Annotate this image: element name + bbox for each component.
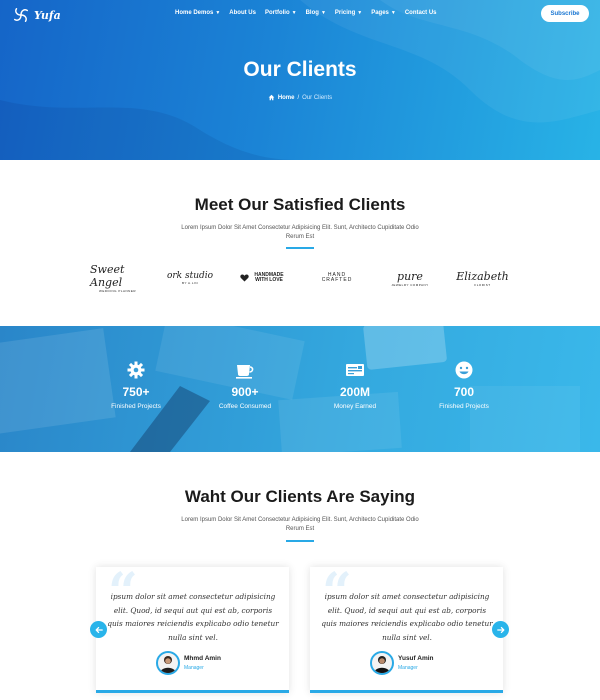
arrow-right-icon <box>496 626 504 633</box>
testimonial-author-name: Mhmd Amin <box>184 655 221 662</box>
nav-item-label: Pages <box>371 10 389 16</box>
testimonial-card: “ ipsum dolor sit amet consectetur adipi… <box>96 567 289 693</box>
nav-item-pages[interactable]: Pages ▼ <box>371 10 396 16</box>
brand-name: Yufa <box>34 8 61 22</box>
nav-item-portfolio[interactable]: Portfolio ▼ <box>265 10 297 16</box>
client-logo-sub: WEDDING PLANNER <box>98 289 136 293</box>
client-logo-name: pure <box>397 269 423 283</box>
client-logo-pure: pure JEWELRY COMPANY <box>385 266 435 290</box>
testimonial-author-name: Yusuf Amin <box>398 655 434 662</box>
counter-label: Money Earned <box>333 403 377 410</box>
chevron-down-icon: ▼ <box>320 10 326 16</box>
nav-item-blog[interactable]: Blog ▼ <box>306 10 326 16</box>
testimonial-text: ipsum dolor sit amet consectetur adipisi… <box>321 592 493 642</box>
client-logo-hand-crafted: HAND CRAFTED <box>312 266 362 290</box>
chevron-down-icon: ▼ <box>390 10 396 16</box>
counter-label: Finished Projects <box>439 403 489 410</box>
carousel-prev-button[interactable] <box>90 621 107 638</box>
client-logo-elizabeth: Elizabeth FLORIST <box>455 266 510 290</box>
subscribe-button[interactable]: Subscribe <box>541 5 589 22</box>
smile-icon <box>455 361 473 379</box>
client-logos: Sweet Angel WEDDING PLANNER ork studio B… <box>90 263 510 293</box>
counter-label: Finished Projects <box>111 403 161 410</box>
swirl-logo-icon <box>13 7 29 23</box>
breadcrumb-separator: / <box>297 94 300 101</box>
coffee-icon <box>236 365 254 379</box>
counter-coffee-consumed: 900+ Coffee Consumed <box>190 360 300 410</box>
client-logo-name: ork studio <box>166 271 214 281</box>
nav-item-pricing[interactable]: Pricing ▼ <box>335 10 362 16</box>
hero-banner: Yufa Home Demos ▼ About Us Portfolio ▼ Blo… <box>0 0 600 160</box>
chevron-down-icon: ▼ <box>215 10 221 16</box>
counter-money-earned: 200M Money Earned <box>300 360 410 410</box>
money-icon <box>346 364 364 376</box>
nav-item-label: Pricing <box>334 10 356 16</box>
client-logo-ork-studio: ork studio BY A.LIN <box>165 266 215 290</box>
counter-label: Coffee Consumed <box>218 403 272 410</box>
person-icon <box>374 656 390 673</box>
client-logo-name: Sweet Angel <box>90 263 125 289</box>
chevron-down-icon: ▼ <box>357 10 363 16</box>
testimonials-section-description: Lorem Ipsum Dolor Sit Amet Consectetur A… <box>181 517 419 532</box>
breadcrumb: Home / Our Clients <box>0 94 600 101</box>
section-divider <box>286 247 314 249</box>
testimonial-author-role: Manager <box>184 665 204 671</box>
carousel-next-button[interactable] <box>492 621 509 638</box>
navbar: Yufa Home Demos ▼ About Us Portfolio ▼ Blo… <box>0 0 600 30</box>
client-logo-sub: FLORIST <box>474 282 491 287</box>
nav-item-label: Contact Us <box>404 10 437 16</box>
home-icon <box>268 94 275 101</box>
nav-item-label: Blog <box>305 10 319 16</box>
nav-item-contact-us[interactable]: Contact Us <box>405 10 437 16</box>
nav-item-home-demos[interactable]: Home Demos ▼ <box>175 10 220 16</box>
nav-item-about-us[interactable]: About Us <box>229 10 256 16</box>
page-title: Our Clients <box>243 58 357 81</box>
breadcrumb-home-link[interactable]: Home <box>278 95 295 101</box>
testimonial-author: Mhmd Amin Manager <box>156 651 221 675</box>
counter-value: 700 <box>453 385 475 399</box>
counter-value: 750+ <box>122 385 150 399</box>
client-logo-name: Elizabeth <box>456 269 509 283</box>
nav-item-label: Home Demos <box>175 10 214 16</box>
client-logo-sub: JEWELRY COMPANY <box>391 282 429 287</box>
counter-finished-projects: 750+ Finished Projects <box>81 360 191 410</box>
gear-icon <box>127 361 145 379</box>
brand-logo[interactable]: Yufa <box>12 6 61 24</box>
counters-section: 750+ Finished Projects 900+ Coffee Consu… <box>0 326 600 452</box>
clients-section-description: Lorem Ipsum Dolor Sit Amet Consectetur A… <box>181 225 419 240</box>
client-logo-sub: BY A.LIN <box>181 281 199 285</box>
testimonials-section-title: Waht Our Clients Are Saying <box>184 487 416 506</box>
client-logo-handmade: HANDMADE WITH LOVE <box>238 266 288 290</box>
clients-section-title: Meet Our Satisfied Clients <box>194 195 406 214</box>
client-logo-sweet-angel: Sweet Angel WEDDING PLANNER <box>90 263 145 293</box>
counter-finished-projects-2: 700 Finished Projects <box>409 360 519 410</box>
avatar <box>370 651 394 675</box>
heart-icon <box>240 274 249 282</box>
avatar <box>156 651 180 675</box>
client-logo-name: HAND CRAFTED <box>321 272 353 283</box>
section-divider <box>286 540 314 542</box>
person-icon <box>160 656 176 673</box>
nav-item-label: About Us <box>229 10 256 16</box>
testimonial-text: ipsum dolor sit amet consectetur adipisi… <box>107 592 279 642</box>
testimonial-author-role: Manager <box>398 665 418 671</box>
nav-menu: Home Demos ▼ About Us Portfolio ▼ Blog ▼ Pr… <box>175 10 446 16</box>
client-logo-name: HANDMADE WITH LOVE <box>254 272 284 283</box>
counter-value: 200M <box>339 385 371 399</box>
arrow-left-icon <box>95 626 103 633</box>
testimonial-card: “ ipsum dolor sit amet consectetur adipi… <box>310 567 503 693</box>
testimonial-author: Yusuf Amin Manager <box>370 651 434 675</box>
breadcrumb-current: Our Clients <box>302 94 333 101</box>
counter-value: 900+ <box>231 385 259 399</box>
nav-item-label: Portfolio <box>264 10 290 16</box>
chevron-down-icon: ▼ <box>291 10 297 16</box>
